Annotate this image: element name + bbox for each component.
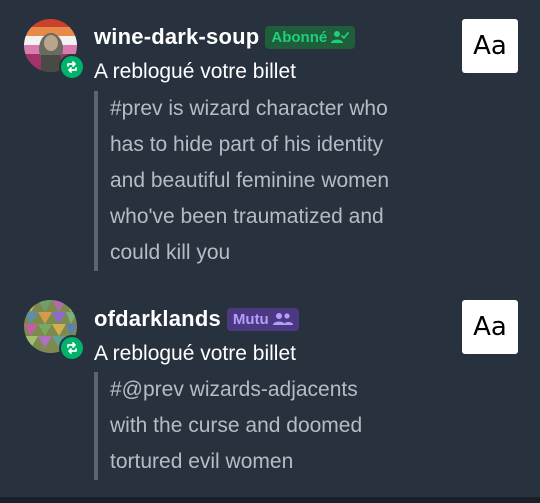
username-row: wine-dark-soup Abonné [94, 22, 356, 52]
quote-line: who've been traumatized and [110, 205, 384, 228]
person-check-icon [331, 31, 350, 43]
post-preview-button[interactable]: Aa [462, 300, 518, 354]
bottom-edge [0, 497, 540, 503]
username-row: ofdarklands Mutu [94, 304, 299, 334]
quote-line: has to hide part of his identity [110, 133, 384, 156]
reblog-badge-icon [59, 335, 85, 361]
quoted-reblog-text: #@prev wizards-adjacents with the curse … [94, 372, 450, 480]
quote-line: with the curse and doomed [110, 414, 363, 437]
notification-item[interactable]: wine-dark-soup Abonné A reblogué votre b… [0, 0, 540, 290]
following-badge-label: Abonné [271, 28, 328, 46]
notification-action: A reblogué votre billet [94, 342, 296, 365]
quote-line: and beautiful feminine women [110, 169, 390, 192]
people-icon [272, 313, 293, 325]
quote-line: #prev is wizard character who [110, 97, 388, 120]
quote-line: #@prev wizards-adjacents [110, 378, 358, 401]
mutual-badge: Mutu [226, 307, 299, 331]
reblog-badge-icon [59, 54, 85, 80]
following-badge: Abonné [265, 25, 356, 49]
username-link[interactable]: wine-dark-soup [94, 24, 259, 50]
username-link[interactable]: ofdarklands [94, 306, 221, 332]
post-preview-button[interactable]: Aa [462, 19, 518, 73]
mutual-badge-label: Mutu [232, 310, 269, 328]
quote-line: tortured evil women [110, 450, 294, 473]
notification-action: A reblogué votre billet [94, 60, 296, 83]
quote-line: could kill you [110, 241, 231, 264]
quoted-reblog-text: #prev is wizard character who has to hid… [94, 91, 450, 271]
notification-item[interactable]: ofdarklands Mutu A reblogué votre billet… [0, 290, 540, 490]
